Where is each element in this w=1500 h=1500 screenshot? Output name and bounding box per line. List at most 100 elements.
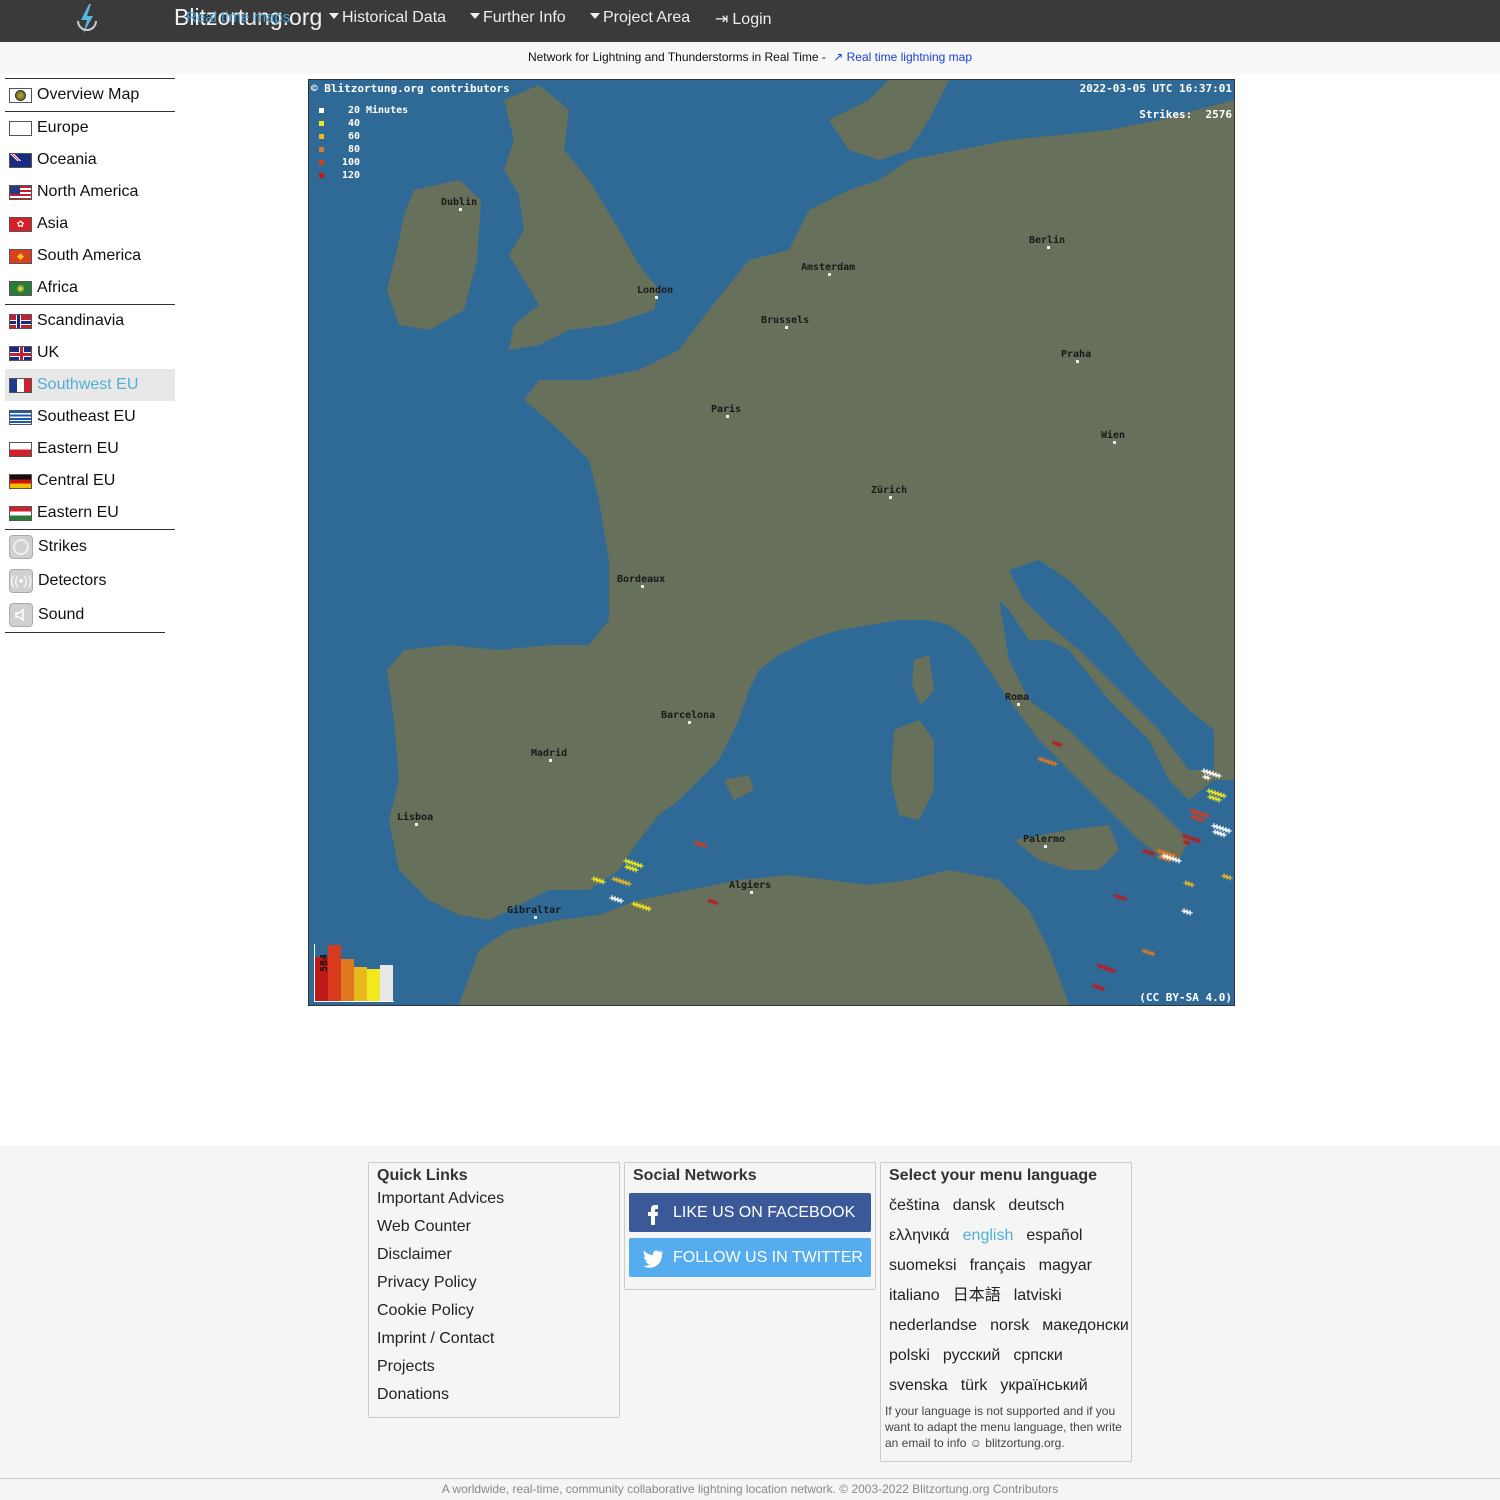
quick-link-donations[interactable]: Donations	[369, 1383, 619, 1411]
legend-row: 20 Minutes	[319, 104, 408, 117]
lang-polski[interactable]: polski	[889, 1347, 930, 1364]
quick-link-cookie-policy[interactable]: Cookie Policy	[369, 1299, 619, 1327]
quick-link-web-counter[interactable]: Web Counter	[369, 1215, 619, 1243]
city-dot	[641, 585, 644, 588]
strike-marker: +	[1052, 759, 1058, 770]
sidebar-item-overview-map[interactable]: Overview Map	[5, 79, 175, 111]
sidebar-item-scandinavia[interactable]: Scandinavia	[5, 305, 175, 337]
strike-marker: +	[633, 865, 639, 876]
lang-deutsch[interactable]: deutsch	[1008, 1197, 1064, 1214]
legend-swatch	[319, 108, 324, 113]
flag-norway-icon	[9, 313, 32, 329]
login-link[interactable]: ⇥ Login	[715, 9, 772, 29]
twitter-button[interactable]: FOLLOW US IN TWITTER	[629, 1238, 871, 1277]
city-label: Amsterdam	[801, 262, 855, 273]
sidebar-item-asia[interactable]: ✿ Asia	[5, 208, 175, 240]
further-info-menu[interactable]: Further Info	[470, 9, 566, 27]
histogram-label: 584	[319, 953, 330, 972]
sidebar-item-detectors[interactable]: ((•)) Detectors	[5, 564, 175, 598]
lang-francais[interactable]: français	[970, 1257, 1026, 1274]
caret-down-icon	[329, 13, 339, 19]
sidebar-item-sound[interactable]: Sound	[5, 598, 175, 632]
sidebar-item-south-america[interactable]: ◆ South America	[5, 240, 175, 272]
sidebar-item-eastern-eu-hungary[interactable]: Eastern EU	[5, 497, 175, 529]
strike-marker: +	[1216, 771, 1222, 782]
lang-italiano[interactable]: italiano	[889, 1287, 940, 1304]
sidebar-item-africa[interactable]: ◉ Africa	[5, 272, 175, 304]
lang-ellinika[interactable]: ελληνικά	[889, 1227, 950, 1244]
city-dot	[828, 273, 831, 276]
lang-svenska[interactable]: svenska	[889, 1377, 948, 1394]
quick-link-important-advices[interactable]: Important Advices	[369, 1187, 619, 1215]
lang-russkiy[interactable]: русский	[943, 1347, 1000, 1364]
lang-nederlandse[interactable]: nederlandse	[889, 1317, 977, 1334]
sidebar-item-uk[interactable]: UK	[5, 337, 175, 369]
quick-link-privacy-policy[interactable]: Privacy Policy	[369, 1271, 619, 1299]
flag-poland-icon	[9, 441, 32, 457]
city-dot	[459, 208, 462, 211]
project-area-menu[interactable]: Project Area	[590, 9, 690, 27]
real-time-maps-menu[interactable]: Real time maps	[186, 9, 290, 26]
historical-data-menu[interactable]: Historical Data	[329, 9, 446, 27]
strike-histogram: 584	[312, 942, 394, 1002]
lang-turk[interactable]: türk	[961, 1377, 988, 1394]
lang-magyar[interactable]: magyar	[1039, 1257, 1092, 1274]
language-row: svenska türk український	[881, 1371, 1131, 1401]
sidebar-item-eastern-eu[interactable]: Eastern EU	[5, 433, 175, 465]
lang-ukrainskyi[interactable]: український	[1000, 1377, 1087, 1394]
external-link-icon: ↗	[833, 50, 844, 64]
quick-link-imprint-contact[interactable]: Imprint / Contact	[369, 1327, 619, 1355]
strikes-icon	[9, 535, 33, 559]
facebook-icon	[648, 1204, 658, 1225]
map-canvas[interactable]: Dublin London Amsterdam Berlin Brussels Praha…	[309, 80, 1234, 1005]
language-row: italiano 日本語 latviski	[881, 1281, 1131, 1311]
real-time-lightning-map-link[interactable]: Real time lightning map	[847, 50, 972, 64]
sidebar-item-southwest-eu[interactable]: Southwest EU	[5, 369, 175, 401]
quick-link-disclaimer[interactable]: Disclaimer	[369, 1243, 619, 1271]
lang-dansk[interactable]: dansk	[953, 1197, 996, 1214]
lang-espanol[interactable]: español	[1026, 1227, 1082, 1244]
lang-suomeksi[interactable]: suomeksi	[889, 1257, 957, 1274]
flag-australia-icon	[9, 152, 32, 168]
social-networks-title: Social Networks	[633, 1167, 757, 1184]
lang-srpski[interactable]: српски	[1013, 1347, 1063, 1364]
sidebar-item-strikes[interactable]: Strikes	[5, 530, 175, 564]
legend-row: 120	[319, 169, 408, 182]
caret-down-icon	[590, 13, 600, 19]
strike-marker: +	[1216, 795, 1222, 806]
lang-latviski[interactable]: latviski	[1014, 1287, 1062, 1304]
flag-germany-icon	[9, 473, 32, 489]
legend-value: 20	[347, 105, 360, 116]
lang-english[interactable]: english	[963, 1227, 1014, 1244]
sidebar-item-north-america[interactable]: North America	[5, 176, 175, 208]
sidebar-item-southeast-eu[interactable]: Southeast EU	[5, 401, 175, 433]
language-row: nederlandse norsk македонски	[881, 1311, 1131, 1341]
facebook-button[interactable]: LIKE US ON FACEBOOK	[629, 1193, 871, 1232]
legend-value: 100	[341, 157, 360, 168]
strike-marker: +	[1176, 856, 1182, 867]
strike-marker: +	[1150, 849, 1156, 860]
quick-link-projects[interactable]: Projects	[369, 1355, 619, 1383]
lang-makedonski[interactable]: македонски	[1042, 1317, 1129, 1334]
lang-norsk[interactable]: norsk	[990, 1317, 1029, 1334]
lightning-map[interactable]: Dublin London Amsterdam Berlin Brussels Praha…	[308, 79, 1235, 1006]
strike-marker: +	[1221, 830, 1227, 841]
social-networks-panel: Social Networks LIKE US ON FACEBOOK FOLL…	[624, 1162, 876, 1290]
legend-row: 40	[319, 117, 408, 130]
histogram-bar	[341, 959, 354, 1001]
lang-japanese[interactable]: 日本語	[953, 1287, 1001, 1304]
city-dot	[1017, 703, 1020, 706]
language-row: ελληνικά english español	[881, 1221, 1131, 1251]
flag-uk-icon	[9, 345, 32, 361]
lang-cestina[interactable]: čeština	[889, 1197, 940, 1214]
blitzortung-logo-icon[interactable]	[72, 3, 102, 37]
sidebar-item-europe[interactable]: Europe	[5, 112, 175, 144]
copyright-bar: A worldwide, real-time, community collab…	[0, 1478, 1500, 1500]
tagline-bar: Network for Lightning and Thunderstorms …	[0, 42, 1500, 74]
sidebar-item-central-eu[interactable]: Central EU	[5, 465, 175, 497]
quick-links-panel: Quick Links Important Advices Web Counte…	[368, 1162, 620, 1418]
strike-marker: +	[1196, 836, 1202, 847]
sidebar-item-oceania[interactable]: Oceania	[5, 144, 175, 176]
city-dot	[655, 296, 658, 299]
legend-value: 80	[347, 144, 360, 155]
